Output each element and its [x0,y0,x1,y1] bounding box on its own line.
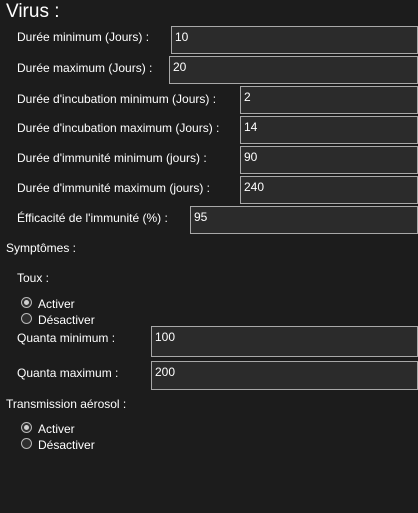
quanta-min-label: Quanta minimum : [17,331,116,345]
quanta-max-field[interactable]: 200 [151,361,418,390]
duration-max-label: Durée maximum (Jours) : [17,61,153,75]
cough-deactivate-label[interactable]: Désactiver [38,313,95,327]
aerosol-deactivate-label[interactable]: Désactiver [38,438,95,452]
virus-heading: Virus : [6,1,60,22]
immunity-min-label: Durée d'immunité minimum (jours) : [17,151,207,165]
duration-min-label: Durée minimum (Jours) : [17,30,150,44]
cough-activate-label[interactable]: Activer [38,297,75,311]
duration-max-field[interactable]: 20 [169,56,418,84]
immunity-max-label: Durée d'immunité maximum (jours) : [17,181,211,195]
aerosol-activate-label[interactable]: Activer [38,422,75,436]
incubation-max-label: Durée d'incubation maximum (Jours) : [17,121,220,135]
quanta-max-label: Quanta maximum : [17,366,119,380]
incubation-max-field[interactable]: 14 [240,116,418,144]
aerosol-heading: Transmission aérosol : [6,397,127,411]
cough-heading: Toux : [17,271,50,285]
duration-min-field[interactable]: 10 [171,26,418,54]
incubation-min-label: Durée d'incubation minimum (Jours) : [17,92,217,106]
immunity-min-field[interactable]: 90 [240,146,418,174]
quanta-min-field[interactable]: 100 [151,326,418,357]
aerosol-activate-radio[interactable] [21,422,32,433]
immunity-efficacy-field[interactable]: 95 [190,206,418,234]
immunity-efficacy-label: Éfficacité de l'immunité (%) : [17,211,168,225]
cough-activate-radio[interactable] [21,297,32,308]
symptoms-heading: Symptômes : [6,241,77,255]
aerosol-deactivate-radio[interactable] [21,438,32,449]
incubation-min-field[interactable]: 2 [240,86,418,114]
immunity-max-field[interactable]: 240 [240,176,418,204]
cough-deactivate-radio[interactable] [21,313,32,324]
